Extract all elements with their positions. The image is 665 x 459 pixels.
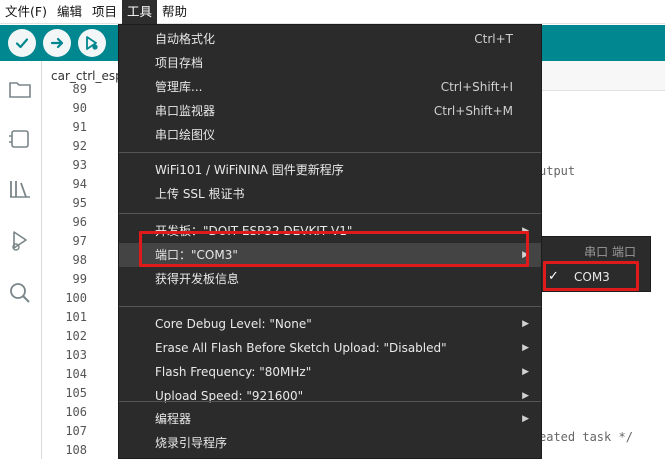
menu-item-label: 自动格式化 (155, 32, 216, 46)
submenu-header: 串口 端口 (584, 245, 636, 259)
line-number: 98 (72, 253, 87, 267)
line-number-gutter: 89 90 91 92 93 94 95 96 97 98 99 100 101 102 103 104 105… (43, 82, 87, 459)
menu-item-erase-all-flash[interactable]: Erase All Flash Before Sketch Upload: "D… (119, 336, 541, 360)
upload-button[interactable] (43, 29, 71, 57)
debug-icon (86, 36, 98, 50)
menu-item-label: 编程器 (155, 412, 192, 426)
submenu-arrow-icon: ▶ (522, 367, 529, 377)
menu-separator (119, 401, 541, 402)
menu-tools[interactable]: 工具 (121, 0, 157, 24)
submenu-arrow-icon: ▶ (522, 319, 529, 329)
menu-item-auto-format[interactable]: 自动格式化 Ctrl+T (119, 27, 541, 51)
submenu-arrow-icon: ▶ (522, 414, 529, 424)
code-fragment-output: utput (539, 164, 576, 178)
arrow-right-icon (50, 37, 64, 49)
menu-item-label: 项目存档 (155, 56, 204, 70)
line-number: 93 (72, 158, 87, 172)
menu-item-label: 串口监视器 (155, 104, 216, 118)
line-number: 89 (72, 82, 87, 96)
submenu-arrow-icon: ▶ (522, 391, 529, 401)
line-number: 107 (65, 424, 87, 438)
menu-item-get-board-info[interactable]: 获得开发板信息 (119, 267, 541, 291)
line-number: 106 (65, 405, 87, 419)
menu-item-label: Erase All Flash Before Sketch Upload: "D… (155, 341, 447, 355)
line-number: 95 (72, 196, 87, 210)
menu-item-label: 获得开发板信息 (155, 272, 240, 286)
menu-item-label: WiFi101 / WiFiNINA 固件更新程序 (155, 163, 344, 177)
line-number: 99 (72, 272, 87, 286)
menu-item-label: 烧录引导程序 (155, 436, 228, 450)
code-fragment-comment: eated task */ (539, 430, 633, 444)
menu-item-label: 管理库... (155, 80, 203, 94)
menu-separator (119, 152, 541, 153)
check-icon (15, 38, 29, 49)
menu-edit[interactable]: 编辑 (52, 0, 87, 24)
menu-bar: 文件(F) 编辑 项目 工具 帮助 (0, 0, 665, 24)
line-number: 101 (65, 310, 87, 324)
menu-item-serial-plotter[interactable]: 串口绘图仪 (119, 123, 541, 147)
menu-sketch[interactable]: 项目 (87, 0, 122, 24)
line-number: 92 (72, 139, 87, 153)
menu-item-programmer[interactable]: 编程器 ▶ (119, 407, 541, 431)
menu-separator (119, 306, 541, 307)
line-number: 90 (72, 101, 87, 115)
line-number: 100 (65, 291, 87, 305)
menu-item-manage-libraries[interactable]: 管理库... Ctrl+Shift+I (119, 75, 541, 99)
line-number: 103 (65, 348, 87, 362)
menu-item-label: Core Debug Level: "None" (155, 317, 312, 331)
boards-manager-icon[interactable] (6, 125, 34, 153)
menu-item-flash-frequency[interactable]: Flash Frequency: "80MHz" ▶ (119, 360, 541, 384)
menu-item-burn-bootloader[interactable]: 烧录引导程序 (119, 431, 541, 455)
menu-item-label: 上传 SSL 根证书 (155, 187, 245, 201)
menu-item-label: Upload Speed: "921600" (155, 389, 304, 403)
menu-file[interactable]: 文件(F) (0, 0, 52, 24)
menu-item-serial-monitor[interactable]: 串口监视器 Ctrl+Shift+M (119, 99, 541, 123)
menu-item-firmware-updater[interactable]: WiFi101 / WiFiNINA 固件更新程序 (119, 158, 541, 182)
menu-item-shortcut: Ctrl+Shift+M (433, 104, 513, 118)
sketchbook-icon[interactable] (6, 75, 34, 103)
line-number: 104 (65, 367, 87, 381)
line-number: 102 (65, 329, 87, 343)
menu-item-label: Flash Frequency: "80MHz" (155, 365, 312, 379)
verify-button[interactable] (8, 29, 36, 57)
highlight-box-port (139, 231, 529, 267)
menu-item-core-debug-level[interactable]: Core Debug Level: "None" ▶ (119, 312, 541, 336)
debug-panel-icon[interactable] (6, 227, 34, 255)
menu-item-shortcut: Ctrl+T (474, 32, 513, 46)
menu-item-upload-speed[interactable]: Upload Speed: "921600" ▶ (119, 384, 541, 408)
submenu-arrow-icon: ▶ (522, 343, 529, 353)
menu-item-archive-sketch[interactable]: 项目存档 (119, 51, 541, 75)
highlight-box-com3 (543, 261, 639, 291)
activity-bar (0, 61, 42, 459)
line-number: 91 (72, 120, 87, 134)
search-icon[interactable] (6, 279, 34, 307)
library-manager-icon[interactable] (6, 175, 34, 203)
menu-help[interactable]: 帮助 (157, 0, 192, 24)
menu-item-upload-ssl-certificates[interactable]: 上传 SSL 根证书 (119, 182, 541, 206)
line-number: 96 (72, 215, 87, 229)
line-number: 97 (72, 234, 87, 248)
menu-item-shortcut: Ctrl+Shift+I (440, 80, 513, 94)
line-number: 108 (65, 443, 87, 457)
line-number: 105 (65, 386, 87, 400)
debug-button[interactable] (78, 29, 106, 57)
line-number: 94 (72, 177, 87, 191)
menu-separator (119, 213, 541, 214)
menu-item-label: 串口绘图仪 (155, 128, 216, 142)
